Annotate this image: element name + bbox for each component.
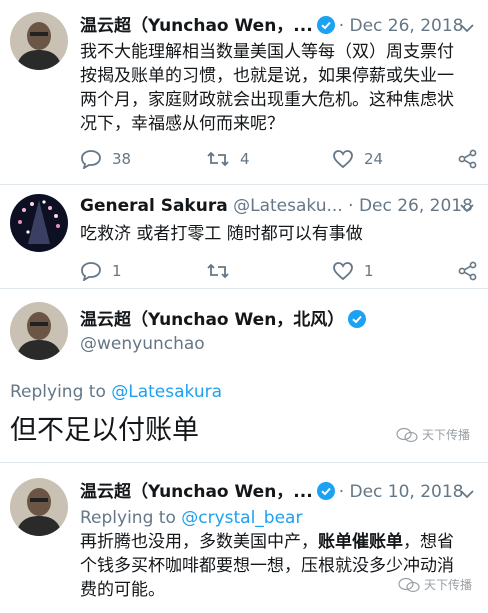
reply-button[interactable]: 1 — [80, 258, 122, 284]
reply-icon — [81, 262, 101, 281]
reply-icon — [81, 150, 101, 169]
tweet-text-line: 按揭及账单的习惯，也就是说，如果停薪或失业一 — [80, 66, 454, 86]
avatar[interactable] — [10, 194, 68, 252]
avatar[interactable] — [10, 478, 68, 536]
replying-to-handle-link[interactable]: @crystal_bear — [181, 508, 302, 528]
like-count: 24 — [364, 150, 384, 168]
wechat-icon — [398, 577, 420, 592]
tweet-text-line: 况下，幸福感从何而来呢？ — [80, 114, 284, 134]
tweet-text: 我不大能理解相当数量美国人等每（双）周支票付 按揭及账单的习惯，也就是说，如果停… — [80, 40, 480, 136]
like-icon — [333, 262, 353, 281]
like-count: 1 — [364, 262, 374, 280]
tweet-3-focused[interactable]: 温云超（Yunchao Wen，北风） @wenyunchao Replying… — [0, 288, 488, 458]
chevron-down-icon[interactable] — [460, 18, 474, 37]
verified-badge-icon — [316, 15, 335, 43]
reply-button[interactable]: 38 — [80, 146, 131, 172]
timestamp[interactable]: Dec 26, 2018 — [359, 196, 473, 216]
tweet-4[interactable]: 温云超（Yunchao Wen，... · Dec 10, 2018 Replyi… — [0, 462, 488, 613]
reply-count: 38 — [112, 150, 132, 168]
retweet-button[interactable]: 4 — [206, 146, 250, 172]
replying-to: Replying to @crystal_bear — [80, 506, 480, 530]
like-button[interactable]: 1 — [332, 258, 374, 284]
watermark-text: 天下传播 — [421, 428, 470, 442]
tweet-text: 吃救济 或者打零工 随时都可以有事做 — [80, 224, 363, 244]
avatar[interactable] — [10, 302, 68, 360]
separator-dot: · — [338, 16, 345, 36]
replying-to-label: Replying to — [80, 508, 176, 528]
tweet-text-line: 再折腾也没用，多数美国中产，账单催账单，想省 — [80, 530, 480, 554]
retweet-button[interactable] — [206, 258, 230, 284]
replying-to-handle-link[interactable]: @Latesakura — [111, 382, 222, 402]
wechat-icon — [396, 427, 418, 442]
share-button[interactable] — [458, 146, 478, 172]
replying-to: Replying to @Latesakura — [10, 380, 222, 404]
tweet-text-line: 我不大能理解相当数量美国人等每（双）周支票付 — [80, 42, 454, 62]
tweet-2[interactable]: General Sakura @Latesaku... · Dec 26, 20… — [0, 184, 488, 286]
separator-dot: · — [338, 482, 345, 502]
tweet-1[interactable]: 温云超（Yunchao Wen，... · Dec 26, 2018 我不大能理解… — [0, 0, 488, 190]
share-icon — [458, 261, 477, 281]
watermark-text: 天下传播 — [423, 578, 472, 592]
tweet-text-line: 两个月，家庭财政就会出现重大危机。这种焦虑状 — [80, 90, 454, 110]
watermark: 天下传播 — [396, 426, 470, 443]
replying-to-label: Replying to — [10, 382, 106, 402]
share-icon — [458, 149, 477, 169]
text-segment: ，想省 — [403, 532, 454, 552]
user-handle[interactable]: @wenyunchao — [80, 330, 480, 358]
timestamp[interactable]: Dec 10, 2018 — [350, 482, 464, 502]
chevron-down-icon[interactable] — [460, 484, 474, 503]
chevron-down-icon[interactable] — [460, 198, 474, 217]
tweet-text-line: 个钱多买杯咖啡都要想一想，压根就没多少冲动消 — [80, 556, 454, 576]
retweet-icon — [207, 151, 229, 167]
display-name[interactable]: 温云超（Yunchao Wen，北风） — [80, 310, 344, 330]
verified-badge-icon — [316, 481, 335, 509]
display-name[interactable]: General Sakura — [80, 196, 228, 216]
retweet-count: 4 — [240, 150, 250, 168]
like-icon — [333, 150, 353, 169]
tweet-text-large: 但不足以付账单 — [10, 415, 199, 446]
display-name[interactable]: 温云超（Yunchao Wen，... — [80, 482, 313, 502]
reply-count: 1 — [112, 262, 122, 280]
text-segment-bold: 账单催账单 — [318, 532, 403, 552]
avatar[interactable] — [10, 12, 68, 70]
display-name[interactable]: 温云超（Yunchao Wen，... — [80, 16, 313, 36]
user-handle[interactable]: @Latesaku... — [233, 196, 343, 216]
watermark: 天下传播 — [398, 576, 472, 593]
text-segment: 再折腾也没用，多数美国中产， — [80, 532, 318, 552]
separator-dot: · — [348, 196, 354, 216]
retweet-icon — [207, 263, 229, 279]
timestamp[interactable]: Dec 26, 2018 — [350, 16, 464, 36]
like-button[interactable]: 24 — [332, 146, 383, 172]
share-button[interactable] — [458, 258, 478, 284]
